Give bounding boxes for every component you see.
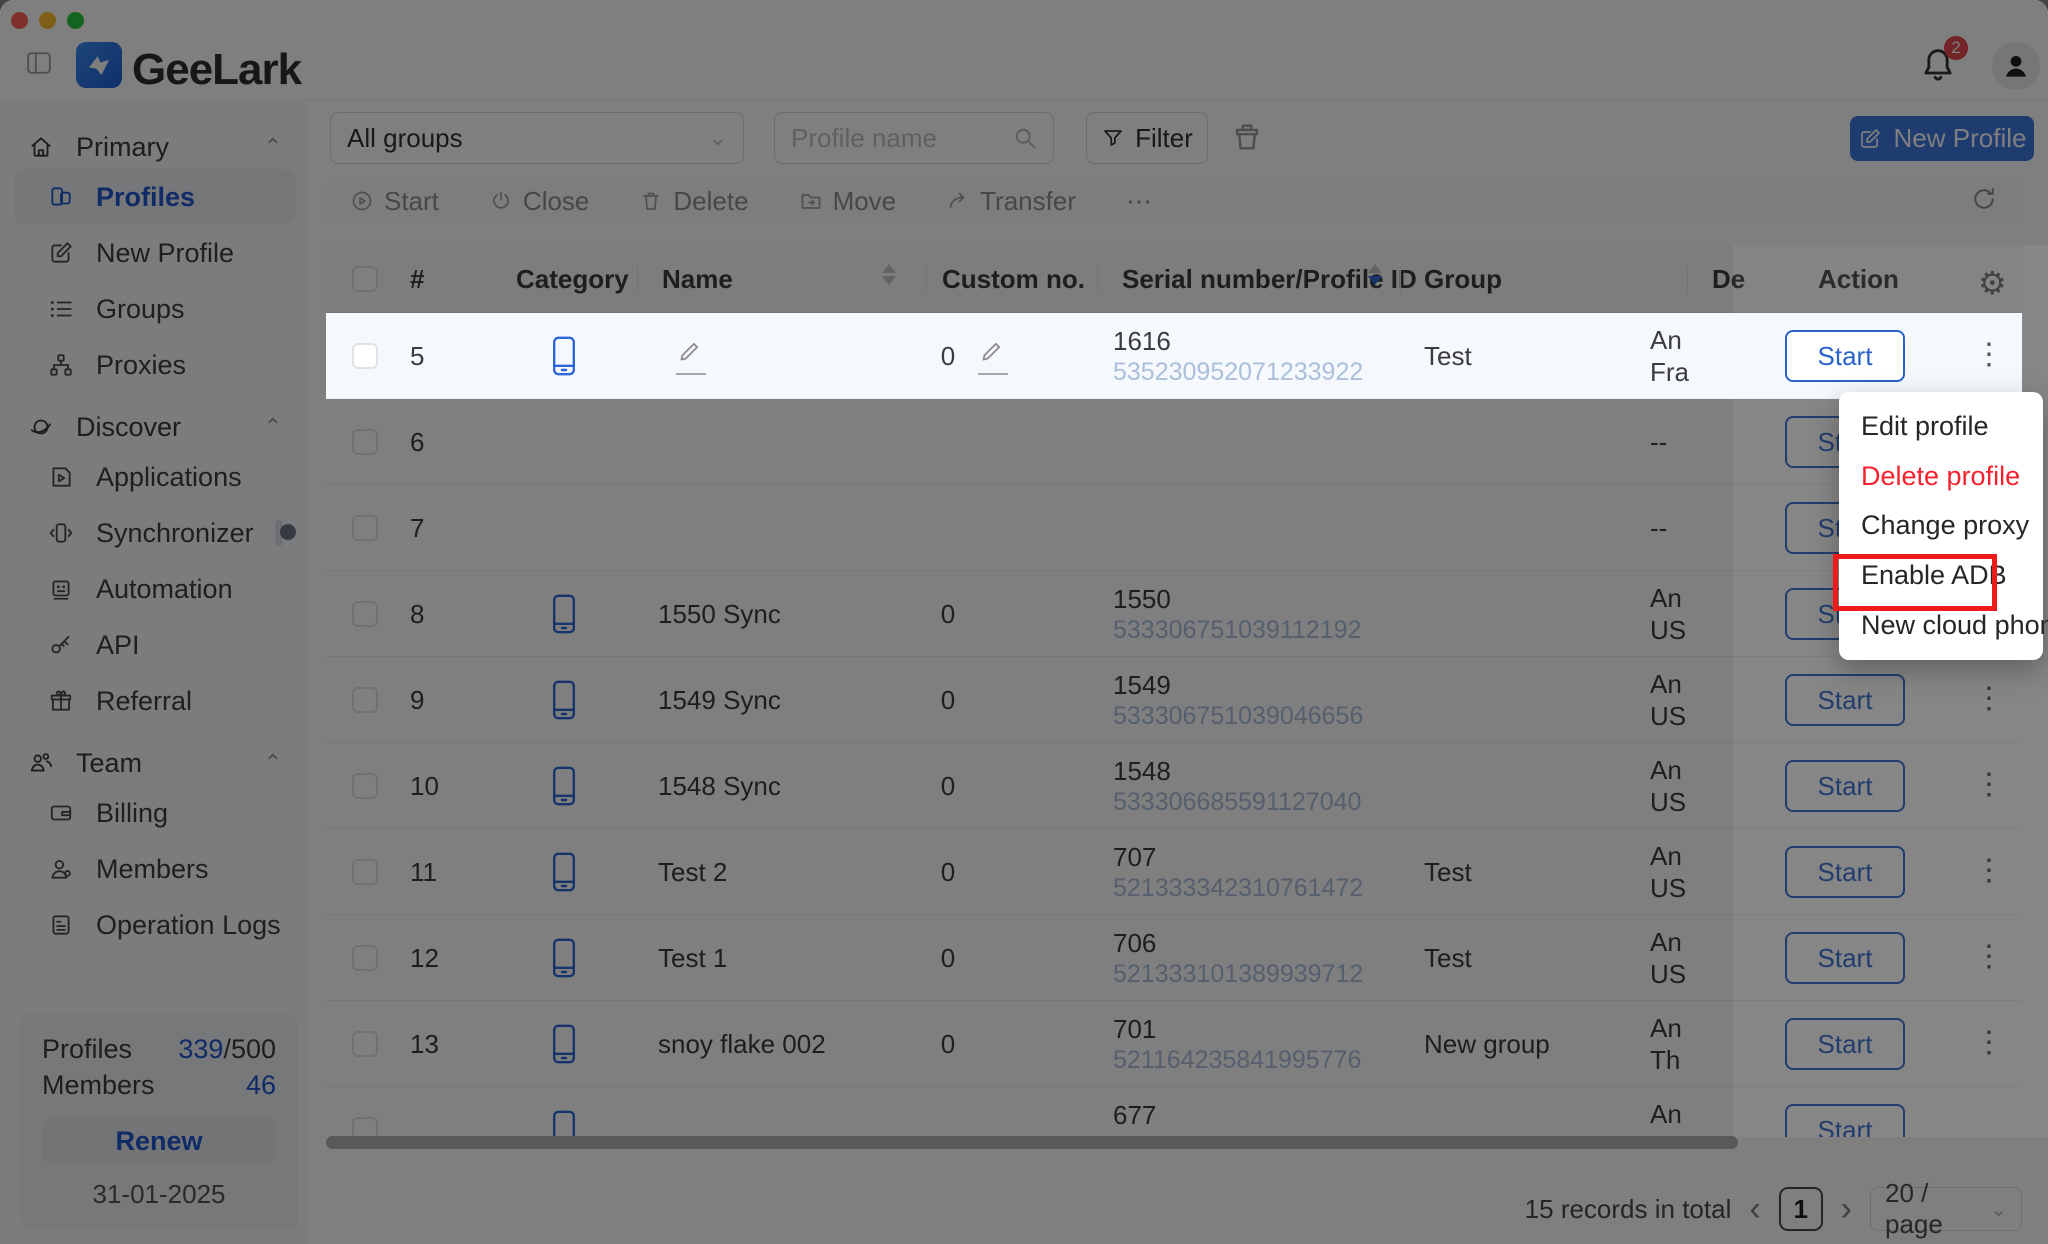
menu-item-delete-profile[interactable]: Delete profile	[1839, 452, 2043, 502]
geelark-window: GeeLark 2 Primary ⌃ Profiles New Profile	[0, 0, 2048, 1244]
edit-name-pencil-icon[interactable]	[676, 339, 706, 375]
enable-adb-highlight-annotation	[1833, 554, 1997, 611]
custom-no: 0	[926, 341, 970, 372]
table-row: 5 0 1616535230952071233922 Test AnFra St…	[326, 313, 2022, 399]
start-button[interactable]: Start	[1785, 330, 1905, 382]
tutorial-dim-overlay	[0, 0, 2048, 1244]
row-checkbox[interactable]	[352, 343, 378, 369]
phone-category-icon	[550, 335, 578, 384]
serial-profile-id: 1616535230952071233922	[1113, 326, 1363, 388]
row-more-actions-kebab[interactable]: ⋮	[1974, 335, 2004, 375]
row-context-menu: Edit profile Delete profile Change proxy…	[1839, 392, 2043, 660]
menu-item-edit-profile[interactable]: Edit profile	[1839, 402, 2043, 452]
group-cell: Test	[1424, 341, 1472, 372]
edit-custom-no-pencil-icon[interactable]	[978, 339, 1008, 375]
row-number: 5	[410, 341, 424, 372]
device-cell: AnFra	[1650, 324, 1689, 388]
menu-item-change-proxy[interactable]: Change proxy	[1839, 501, 2043, 551]
